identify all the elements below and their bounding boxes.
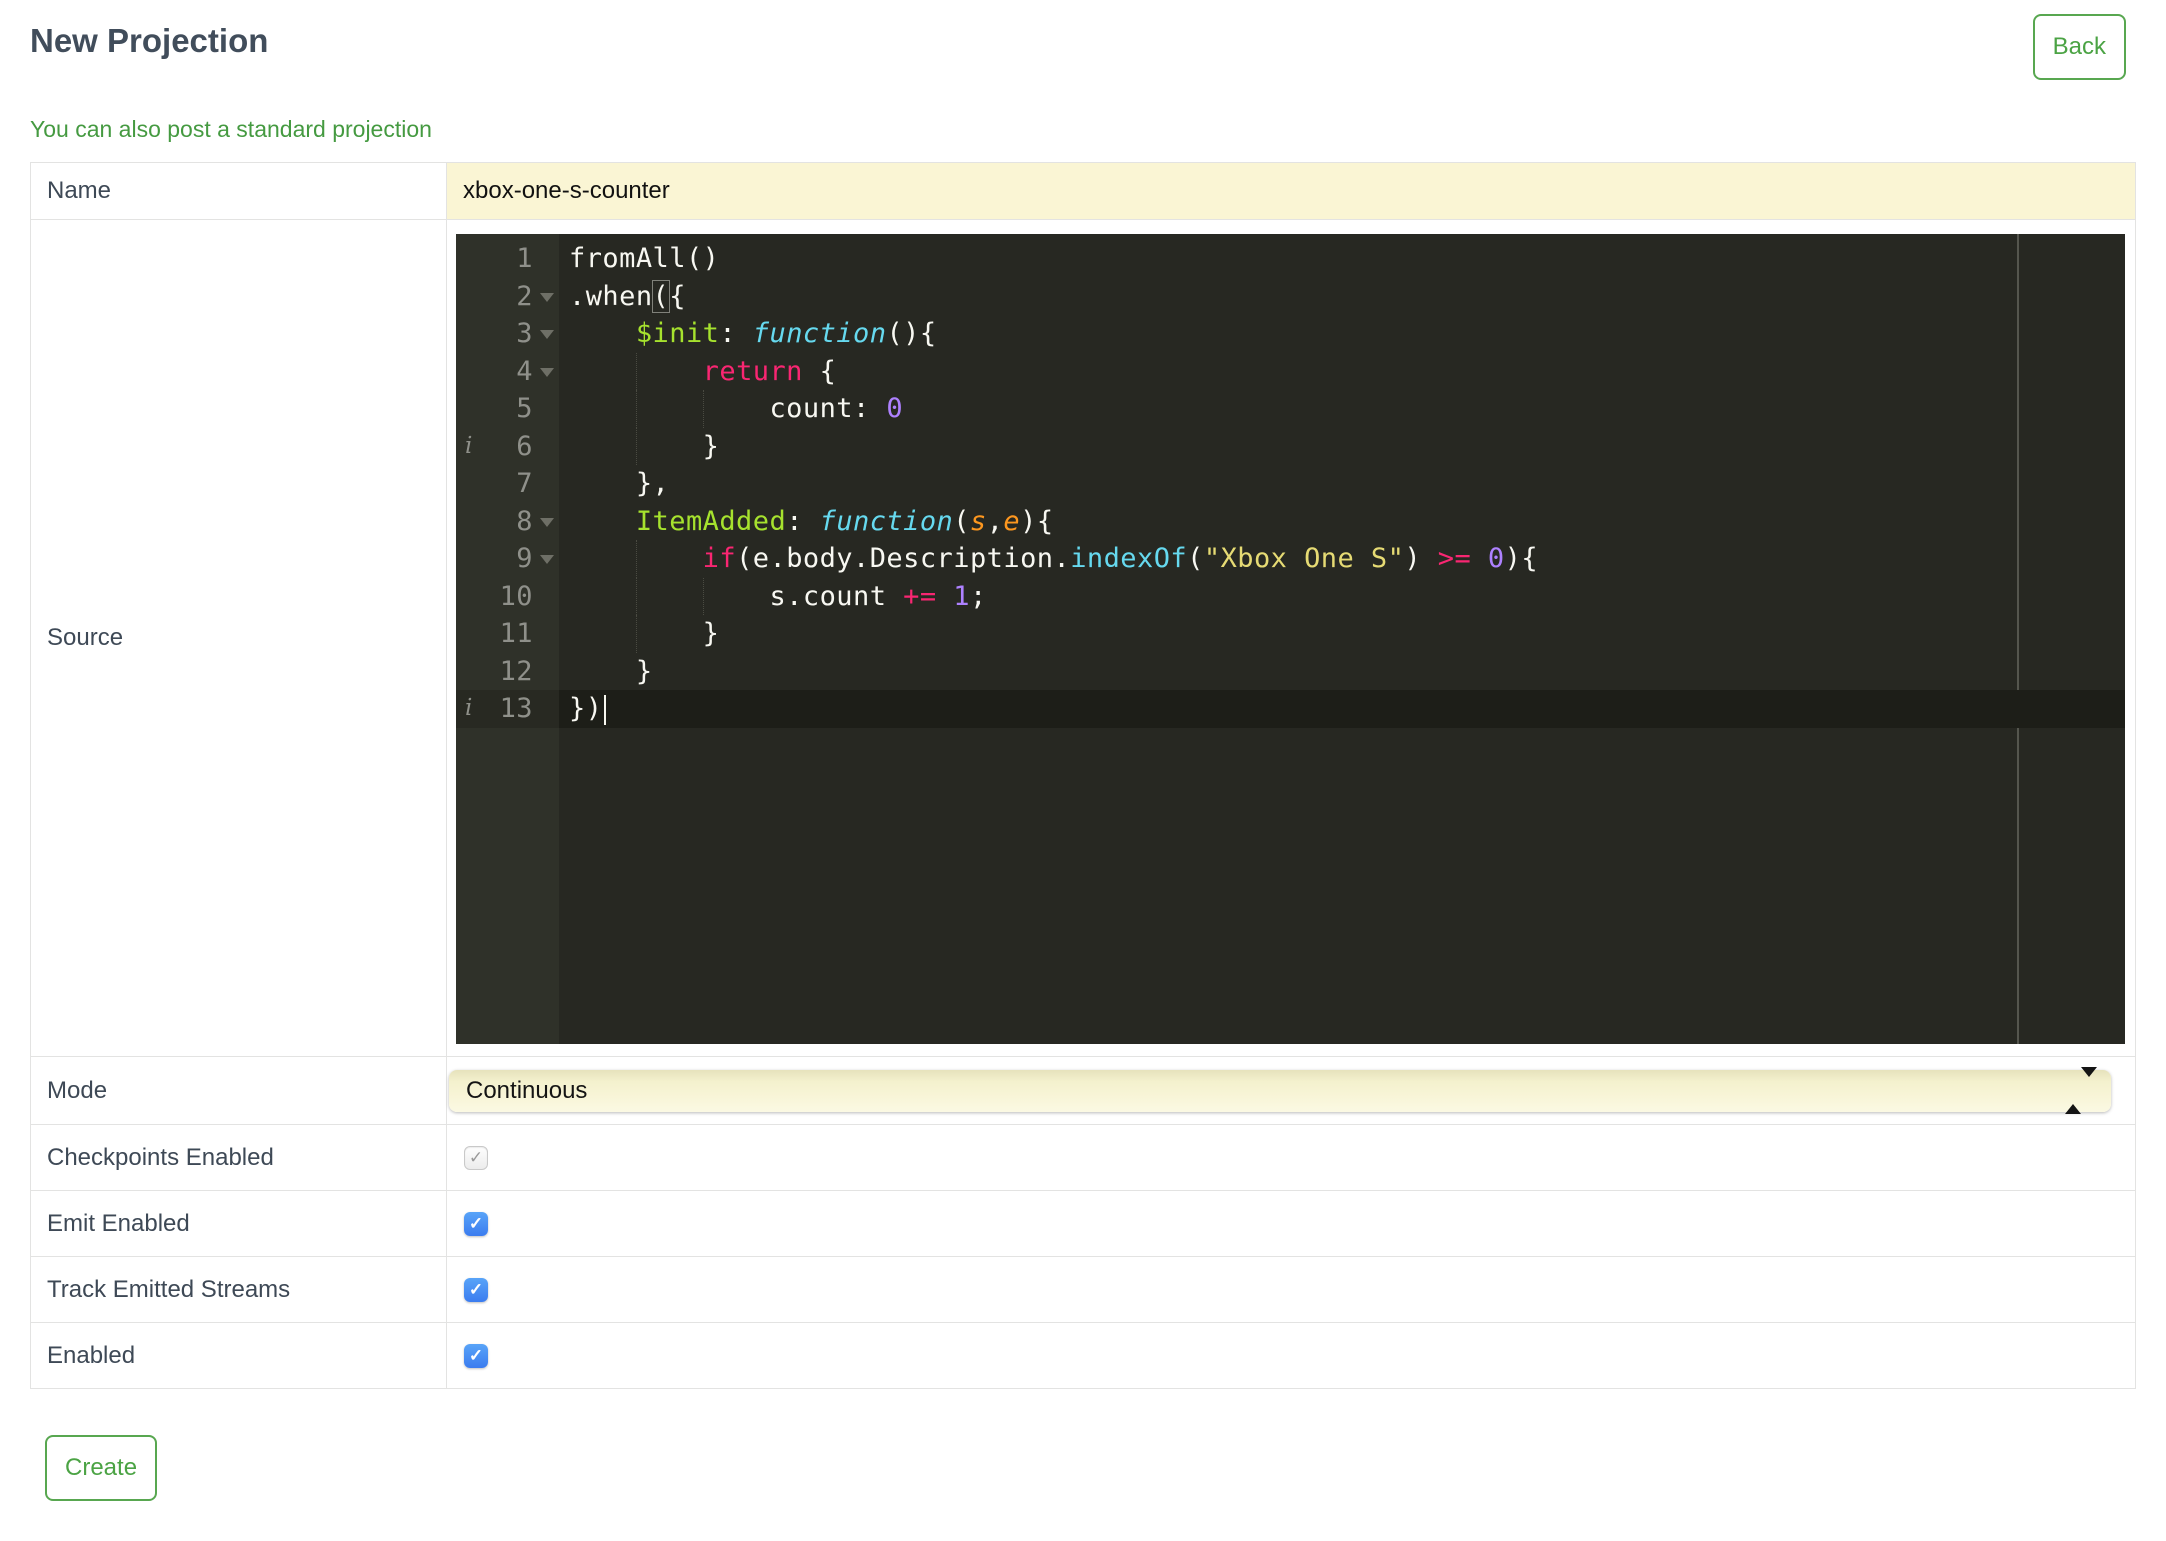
form-row-source: Source 1 2 3 4 5 i 6 7 8 9 10 11 12 i 13 fromAll() .whe…: [31, 219, 2135, 1056]
code-line[interactable]: }): [559, 690, 2125, 728]
checkbox-enabled[interactable]: ✓: [464, 1343, 488, 1368]
source-label: Source: [31, 220, 447, 1056]
gutter-line-number: i 13: [456, 690, 559, 728]
gutter-line-number: 9: [456, 540, 559, 578]
editor-code-area[interactable]: fromAll() .when({ $init: function(){ retu…: [559, 234, 2125, 1044]
indent-guide: [635, 427, 637, 465]
enabled-label: Enabled: [31, 1323, 447, 1388]
code-line[interactable]: if(e.body.Description.indexOf("Xbox One …: [559, 540, 2125, 578]
projection-form-table: Name Source 12345i6789101112i13 fromAll(…: [30, 162, 2136, 1389]
checkbox-checkpoints-enabled: ✓: [464, 1145, 488, 1170]
code-line[interactable]: fromAll(): [559, 240, 2125, 278]
form-row-name: Name: [31, 163, 2135, 219]
code-line[interactable]: s.count += 1;: [559, 577, 2125, 615]
indent-guide: [702, 390, 704, 428]
gutter-line-number: 12: [499, 655, 533, 687]
gutter-line-number: 8: [456, 503, 559, 541]
emit-enabled-cell: ✓: [447, 1191, 2135, 1256]
emit-enabled-label: Emit Enabled: [31, 1191, 447, 1256]
code-line[interactable]: },: [559, 465, 2125, 503]
form-row-emit-enabled: Emit Enabled ✓: [31, 1190, 2135, 1256]
code-line[interactable]: $init: function(){: [559, 315, 2125, 353]
source-code-editor[interactable]: 1 2 3 4 5 i 6 7 8 9 10 11 12 i 13 fromAll() .when({ $in…: [456, 234, 2125, 1044]
page-header: New Projection Back: [30, 14, 2136, 80]
select-arrows-icon: [2065, 1066, 2097, 1114]
form-row-checkpoints-enabled: Checkpoints Enabled ✓: [31, 1124, 2135, 1190]
code-line[interactable]: }: [559, 615, 2125, 653]
mode-select[interactable]: Continuous: [449, 1066, 2111, 1114]
code-line[interactable]: return {: [559, 352, 2125, 390]
mode-label: Mode: [31, 1057, 447, 1124]
gutter-line-number: 2: [456, 278, 559, 316]
mode-selected-value: Continuous: [466, 1076, 588, 1104]
checkpoints-enabled-cell: ✓: [447, 1125, 2135, 1190]
indent-guide: [635, 615, 637, 653]
gutter-line-number: 11: [499, 618, 533, 649]
indent-guide: [635, 540, 637, 578]
checkbox-emit-enabled[interactable]: ✓: [464, 1211, 488, 1236]
name-label: Name: [31, 163, 447, 219]
track-emitted-streams-label: Track Emitted Streams: [31, 1257, 447, 1322]
gutter-line-number: 4: [456, 353, 559, 391]
create-button[interactable]: Create: [45, 1435, 158, 1501]
source-value-cell: 1 2 3 4 5 i 6 7 8 9 10 11 12 i 13 fromAll() .when({ $in…: [447, 220, 2135, 1056]
info-annotation-icon: i: [465, 432, 473, 459]
fold-arrow-icon[interactable]: [540, 367, 554, 377]
editor-gutter[interactable]: 1 2 3 4 5 i 6 7 8 9 10 11 12 i 13: [456, 234, 559, 1044]
form-row-track-emitted-streams: Track Emitted Streams ✓: [31, 1256, 2135, 1322]
enabled-cell: ✓: [447, 1323, 2135, 1388]
gutter-line-number: i6: [456, 428, 559, 466]
fold-arrow-icon[interactable]: [540, 517, 554, 527]
info-annotation-icon: i: [465, 695, 473, 721]
form-row-enabled: Enabled ✓: [31, 1322, 2135, 1388]
gutter-line-number: 7: [516, 468, 533, 499]
post-standard-projection-link[interactable]: You can also post a standard projection: [30, 116, 432, 143]
name-value-cell: [447, 163, 2135, 219]
page-title: New Projection: [30, 22, 269, 59]
code-line[interactable]: }: [559, 653, 2125, 691]
back-button[interactable]: Back: [2032, 14, 2126, 80]
checkpoints-enabled-label: Checkpoints Enabled: [31, 1125, 447, 1190]
fold-arrow-icon[interactable]: [540, 292, 554, 302]
gutter-line-number: 1: [516, 243, 533, 274]
new-projection-page: New Projection Back You can also post a …: [0, 0, 2166, 1541]
gutter-line-number: 3: [456, 315, 559, 353]
track-emitted-streams-cell: ✓: [447, 1257, 2135, 1322]
mode-value-cell: Continuous: [447, 1057, 2135, 1124]
gutter-line-number: 5: [516, 393, 533, 424]
name-input[interactable]: [447, 163, 2135, 219]
form-row-mode: Mode Continuous: [31, 1056, 2135, 1124]
text-cursor: [604, 694, 607, 725]
checkbox-track-emitted-streams[interactable]: ✓: [464, 1277, 488, 1302]
indent-guide: [702, 577, 704, 615]
code-line[interactable]: count: 0: [559, 390, 2125, 428]
code-line[interactable]: }: [559, 427, 2125, 465]
indent-guide: [635, 390, 637, 428]
code-line[interactable]: .when({: [559, 278, 2125, 316]
indent-guide: [635, 577, 637, 615]
indent-guide: [635, 352, 637, 390]
gutter-line-number: 10: [499, 580, 533, 612]
fold-arrow-icon[interactable]: [540, 330, 554, 339]
code-line[interactable]: ItemAdded: function(s,e){: [559, 503, 2125, 541]
fold-arrow-icon[interactable]: [540, 555, 554, 564]
